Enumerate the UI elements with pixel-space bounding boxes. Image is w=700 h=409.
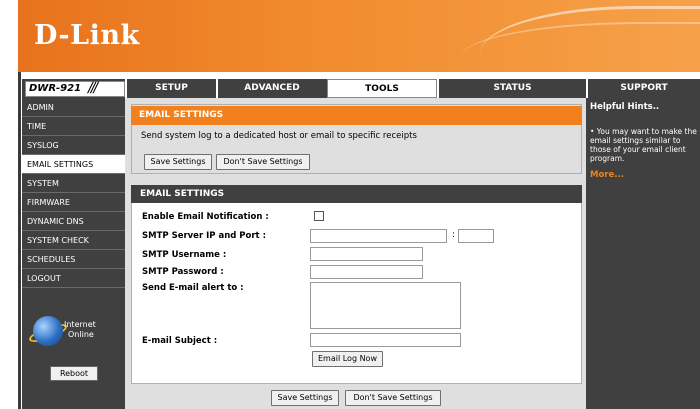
sidebar-item-firmware[interactable]: FIRMWARE — [22, 193, 125, 212]
intro-description: Send system log to a dedicated host or e… — [141, 131, 417, 141]
internet-status: Internet Online — [64, 320, 96, 340]
hints-text: • You may want to make the email setting… — [590, 127, 697, 163]
model-badge: DWR-921 /// — [25, 80, 125, 97]
sidebar-item-logout[interactable]: LOGOUT — [22, 269, 125, 288]
sidebar-item-dynamic-dns[interactable]: DYNAMIC DNS — [22, 212, 125, 231]
tab-setup[interactable]: SETUP — [125, 79, 216, 98]
hints-title: Helpful Hints.. — [590, 102, 660, 112]
sidebar-item-time[interactable]: TIME — [22, 117, 125, 136]
smtp-username-input[interactable] — [310, 247, 423, 261]
model-slashes: /// — [88, 80, 98, 96]
internet-globe-icon — [33, 316, 63, 346]
dont-save-settings-button-bottom[interactable]: Don't Save Settings — [345, 390, 441, 406]
more-hints-link[interactable]: More... — [590, 170, 624, 180]
intro-panel-header: EMAIL SETTINGS — [131, 106, 582, 125]
email-log-now-button[interactable]: Email Log Now — [312, 351, 383, 367]
smtp-password-input[interactable] — [310, 265, 423, 279]
sidebar-item-admin[interactable]: ADMIN — [22, 98, 125, 117]
sidebar-item-email-settings[interactable]: EMAIL SETTINGS — [22, 155, 125, 174]
send-alert-label: Send E-mail alert to : — [142, 283, 244, 293]
tab-advanced[interactable]: ADVANCED — [216, 79, 326, 98]
form-panel-header: EMAIL SETTINGS — [131, 185, 582, 203]
email-subject-input[interactable] — [310, 333, 461, 347]
sidebar: ADMIN TIME SYSLOG EMAIL SETTINGS SYSTEM … — [22, 98, 125, 409]
smtp-port-input[interactable] — [458, 229, 494, 243]
banner-swoosh-secondary — [460, 22, 700, 72]
sidebar-item-system-check[interactable]: SYSTEM CHECK — [22, 231, 125, 250]
tab-status[interactable]: STATUS — [437, 79, 586, 98]
sidebar-item-schedules[interactable]: SCHEDULES — [22, 250, 125, 269]
email-subject-label: E-mail Subject : — [142, 336, 218, 346]
smtp-password-label: SMTP Password : — [142, 267, 224, 277]
left-border-bar — [18, 72, 21, 409]
sidebar-item-syslog[interactable]: SYSLOG — [22, 136, 125, 155]
save-settings-button-bottom[interactable]: Save Settings — [271, 390, 339, 406]
header-banner: D-Link — [18, 0, 700, 72]
smtp-username-label: SMTP Username : — [142, 250, 227, 260]
save-settings-button-top[interactable]: Save Settings — [144, 154, 212, 170]
tab-support[interactable]: SUPPORT — [586, 79, 700, 98]
dont-save-settings-button-top[interactable]: Don't Save Settings — [216, 154, 310, 170]
model-name: DWR-921 — [29, 83, 82, 94]
enable-email-label: Enable Email Notification : — [142, 212, 269, 222]
tab-tools[interactable]: TOOLS — [327, 79, 437, 98]
send-alert-textarea[interactable] — [310, 282, 461, 329]
internet-status-line2: Online — [68, 330, 94, 339]
smtp-server-input[interactable] — [310, 229, 447, 243]
sidebar-item-system[interactable]: SYSTEM — [22, 174, 125, 193]
dlink-logo: D-Link — [34, 20, 140, 51]
form-panel-title: EMAIL SETTINGS — [140, 189, 225, 199]
port-separator: : — [452, 230, 456, 240]
internet-status-line1: Internet — [64, 320, 96, 329]
reboot-button[interactable]: Reboot — [50, 366, 98, 381]
smtp-server-label: SMTP Server IP and Port : — [142, 231, 266, 241]
intro-panel-title: EMAIL SETTINGS — [139, 110, 224, 120]
enable-email-checkbox[interactable] — [314, 211, 324, 221]
